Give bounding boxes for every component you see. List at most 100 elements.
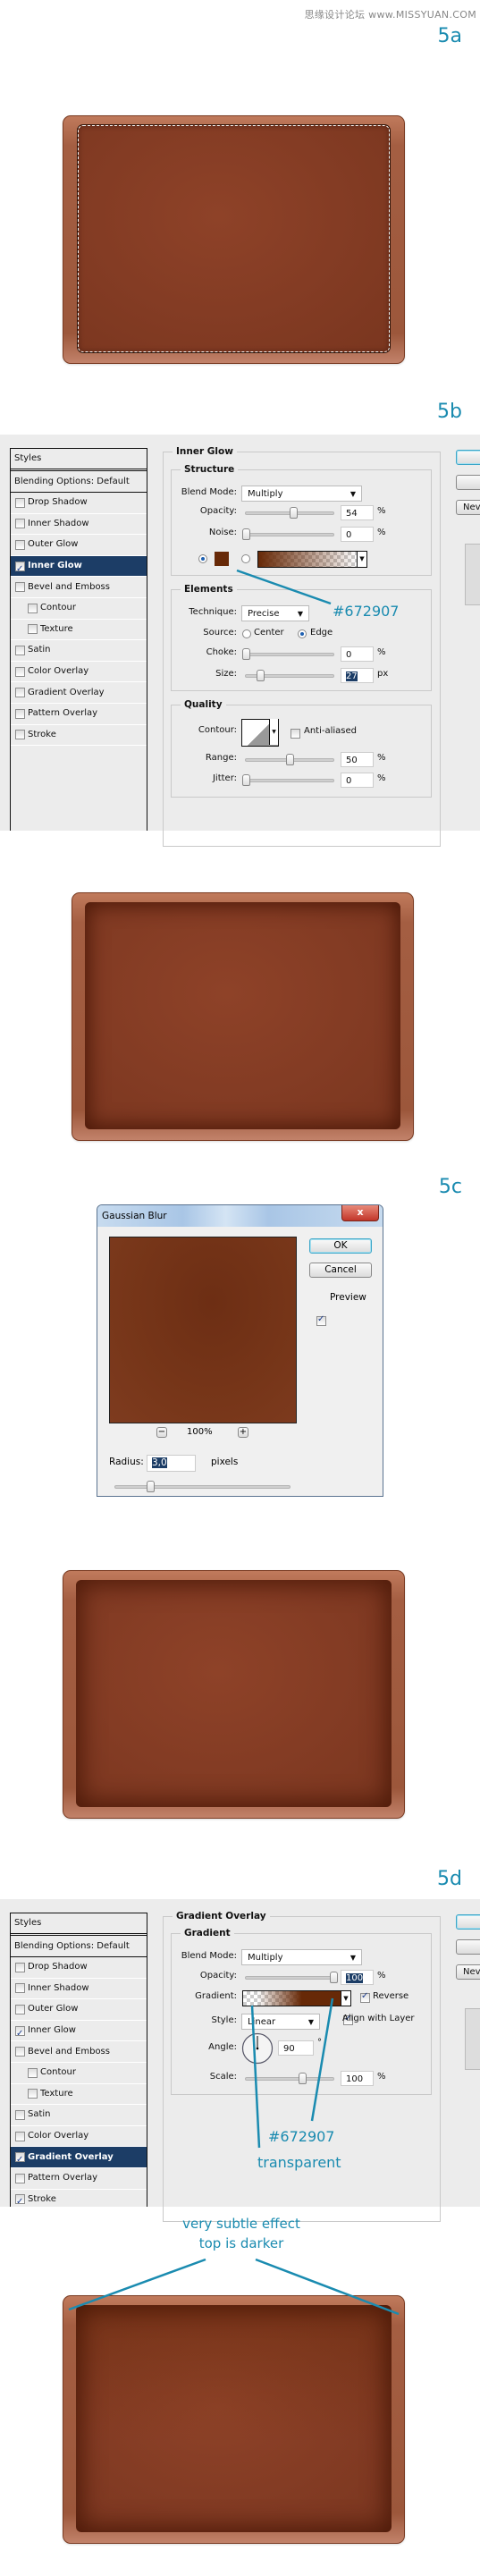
style-item-inner-shadow[interactable]: Inner Shadow [11,1979,147,2000]
angle-dial[interactable] [241,2032,274,2065]
blending-options[interactable]: Blending Options: Default [11,1936,147,1957]
new-style-button[interactable]: Nev [456,500,480,515]
style-checkbox[interactable] [15,519,25,529]
scale-slider[interactable] [245,2073,334,2084]
style-item-contour[interactable]: Contour [11,598,147,620]
new-style-button[interactable]: Nev [456,1964,480,1980]
cancel-button[interactable]: Cancel [309,1263,372,1278]
style-checkbox[interactable] [15,2192,25,2212]
opacity-input[interactable]: 100 [341,1970,374,1985]
gradient-radio[interactable] [241,554,250,563]
styles-header[interactable]: Styles [11,449,147,471]
style-checkbox[interactable] [15,645,25,655]
slider-thumb[interactable] [286,754,294,765]
style-checkbox[interactable] [28,2067,38,2078]
preview-checkbox[interactable] [316,1314,326,1326]
style-item-satin[interactable]: Satin [11,640,147,662]
blur-preview[interactable] [109,1237,297,1423]
gradient-picker[interactable] [257,551,358,568]
style-checkbox[interactable] [15,1983,25,1994]
jitter-slider[interactable] [242,774,334,786]
style-checkbox[interactable] [15,666,25,677]
style-checkbox[interactable] [15,2173,25,2183]
style-checkbox[interactable] [15,730,25,740]
range-slider[interactable] [245,754,334,765]
noise-slider[interactable] [242,528,334,540]
style-item-color-overlay[interactable]: Color Overlay [11,662,147,683]
zoom-in-button[interactable]: + [238,1427,248,1438]
style-item-color-overlay[interactable]: Color Overlay [11,2126,147,2148]
technique-select[interactable]: Precise ▼ [241,605,309,621]
style-checkbox[interactable] [15,497,25,508]
style-checkbox[interactable] [15,582,25,593]
zoom-out-button[interactable]: − [156,1427,167,1438]
size-slider[interactable] [245,670,334,681]
ok-button[interactable] [456,450,480,465]
style-checkbox[interactable] [15,2004,25,2014]
opacity-slider[interactable] [245,1972,338,1983]
style-item-bevel-and-emboss[interactable]: Bevel and Emboss [11,2041,147,2063]
style-checkbox[interactable] [15,2047,25,2057]
style-item-satin[interactable]: Satin [11,2105,147,2126]
cancel-button[interactable] [456,475,480,490]
solid-color-radio[interactable] [198,554,207,563]
radius-slider[interactable] [114,1481,291,1492]
noise-input[interactable]: 0 [341,527,374,542]
slider-thumb[interactable] [147,1481,155,1492]
scale-input[interactable]: 100 [341,2071,374,2086]
style-item-drop-shadow[interactable]: Drop Shadow [11,493,147,514]
style-checkbox[interactable] [15,560,25,579]
style-item-texture[interactable]: Texture [11,620,147,641]
style-checkbox[interactable] [15,2150,25,2170]
style-checkbox[interactable] [28,603,38,613]
style-item-inner-shadow[interactable]: Inner Shadow [11,514,147,536]
jitter-input[interactable]: 0 [341,773,374,788]
style-item-gradient-overlay[interactable]: Gradient Overlay [11,682,147,704]
slider-thumb[interactable] [330,1972,338,1983]
style-checkbox[interactable] [15,688,25,698]
gradient-picker[interactable] [242,1990,341,2006]
close-button[interactable]: x [341,1205,379,1221]
cancel-button[interactable] [456,1939,480,1955]
style-item-inner-glow[interactable]: Inner Glow [11,2021,147,2044]
slider-thumb[interactable] [242,528,250,540]
style-item-gradient-overlay[interactable]: Gradient Overlay [11,2147,147,2170]
ok-button[interactable] [456,1914,480,1930]
styles-header[interactable]: Styles [11,1913,147,1936]
blend-mode-select[interactable]: Multiply ▼ [241,1949,362,1965]
style-select[interactable]: Linear ▼ [241,2014,320,2030]
style-item-contour[interactable]: Contour [11,2063,147,2084]
style-item-stroke[interactable]: Stroke [11,2190,147,2212]
blending-options[interactable]: Blending Options: Default [11,471,147,493]
chevron-down-icon[interactable]: ▼ [357,551,367,568]
source-edge-radio[interactable] [298,629,307,638]
slider-thumb[interactable] [299,2073,307,2084]
slider-thumb[interactable] [242,774,250,786]
slider-thumb[interactable] [256,670,265,681]
blend-mode-select[interactable]: Multiply ▼ [241,486,362,502]
opacity-slider[interactable] [245,507,334,519]
choke-slider[interactable] [242,648,334,660]
opacity-input[interactable]: 54 [341,505,374,520]
style-checkbox[interactable] [28,2089,38,2099]
slider-thumb[interactable] [242,648,250,660]
style-checkbox[interactable] [15,708,25,719]
style-checkbox[interactable] [15,539,25,550]
chevron-down-icon[interactable]: ▼ [269,719,278,745]
style-item-outer-glow[interactable]: Outer Glow [11,535,147,556]
style-item-inner-glow[interactable]: Inner Glow [11,555,147,579]
style-item-stroke[interactable]: Stroke [11,725,147,747]
style-item-outer-glow[interactable]: Outer Glow [11,1999,147,2021]
style-checkbox[interactable] [15,2131,25,2141]
style-checkbox[interactable] [15,2109,25,2120]
angle-input[interactable]: 90 [278,2040,314,2056]
anti-aliased-checkbox[interactable] [291,729,300,739]
style-item-drop-shadow[interactable]: Drop Shadow [11,1957,147,1979]
style-item-pattern-overlay[interactable]: Pattern Overlay [11,2168,147,2190]
ok-button[interactable]: OK [309,1238,372,1254]
chevron-down-icon[interactable]: ▼ [341,1990,351,2006]
style-item-texture[interactable]: Texture [11,2084,147,2106]
range-input[interactable]: 50 [341,752,374,767]
choke-input[interactable]: 0 [341,646,374,662]
style-checkbox[interactable] [15,1962,25,1972]
